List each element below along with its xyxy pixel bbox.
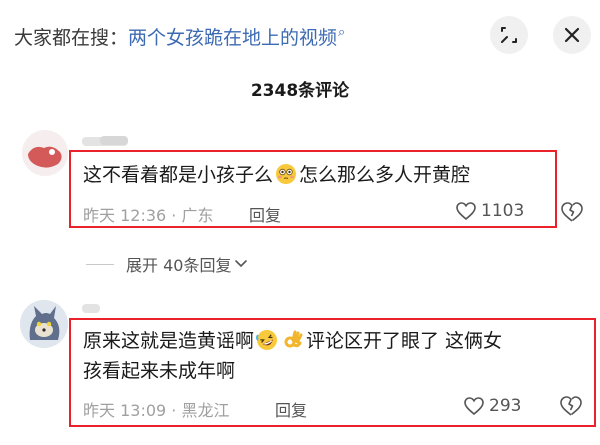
comment-text-part: 怎么那么多人开黄腔: [299, 164, 471, 186]
trending-search-hint[interactable]: 大家都在搜：两个女孩跪在地上的视频⌕: [14, 20, 345, 51]
like-count: 293: [489, 396, 522, 416]
flushed-face-emoji: [275, 163, 297, 185]
comment-text-part: 这不看着都是小孩子么: [83, 164, 274, 186]
expand-replies[interactable]: 展开 40条回复: [86, 252, 248, 276]
avatar-image: [20, 300, 68, 348]
comment-card-highlight: 这不看着都是小孩子么 怎么那么多人开黄腔 昨天 12:36 · 广东 回复 110…: [69, 150, 557, 228]
comment-date: 昨天: [83, 206, 116, 225]
rolling-laughing-emoji: [256, 329, 278, 351]
broken-heart-icon: [560, 396, 582, 416]
heart-icon: [464, 397, 484, 416]
comment-count: 2348条评论: [250, 81, 350, 101]
comment-location: 黑龙江: [181, 401, 230, 420]
comment-text-line: 孩看起来未成年啊: [83, 360, 236, 382]
comment-meta: 昨天 13:09 · 黑龙江: [83, 397, 230, 421]
comment-text-part: 原来这就是造黄谣啊: [83, 330, 255, 352]
meta-separator: ·: [166, 206, 182, 225]
username-suffix: [100, 136, 128, 145]
comment-meta: 昨天 12:36 · 广东: [83, 202, 214, 226]
divider: [86, 263, 114, 265]
broken-heart-icon: [561, 202, 583, 222]
comment-date: 昨天: [83, 401, 116, 420]
ok-hand-emoji: [282, 329, 304, 351]
search-arrow-icon: ⌕: [338, 25, 346, 40]
comment-time: 13:09: [120, 401, 167, 420]
expand-replies-label: 展开 40条回复: [126, 256, 232, 275]
like-count: 1103: [481, 201, 525, 221]
avatar[interactable]: [20, 300, 68, 348]
chevron-down-icon: [235, 260, 248, 268]
avatar-image: [22, 130, 68, 176]
top-bar: 大家都在搜：两个女孩跪在地上的视频⌕: [0, 0, 600, 62]
close-icon: [564, 27, 580, 43]
trending-search-prefix: 大家都在搜：: [14, 27, 129, 49]
comment-time: 12:36: [120, 206, 167, 225]
close-button[interactable]: [553, 16, 591, 54]
expand-button[interactable]: [490, 16, 528, 54]
dislike-button[interactable]: [560, 201, 584, 227]
reply-button[interactable]: 回复: [249, 202, 281, 226]
comment-text-part: 评论区开了眼了 这俩女: [306, 330, 503, 352]
comment-text: 这不看着都是小孩子么 怎么那么多人开黄腔: [83, 160, 470, 190]
expand-icon: [501, 27, 517, 43]
heart-icon: [456, 202, 476, 221]
username: [82, 304, 100, 313]
dislike-button[interactable]: [559, 395, 583, 421]
meta-separator: ·: [166, 401, 182, 420]
comment-card-highlight: 原来这就是造黄谣啊 评论区开了眼了 这俩女孩看起来未成年啊 昨天 13:09 · …: [69, 318, 596, 427]
comment-text: 原来这就是造黄谣啊 评论区开了眼了 这俩女孩看起来未成年啊: [83, 326, 502, 386]
like-button[interactable]: 293: [463, 396, 521, 416]
avatar[interactable]: [22, 130, 68, 176]
like-button[interactable]: 1103: [455, 201, 524, 221]
reply-button[interactable]: 回复: [275, 397, 307, 421]
comment-location: 广东: [181, 206, 214, 225]
trending-search-query[interactable]: 两个女孩跪在地上的视频: [128, 27, 337, 49]
